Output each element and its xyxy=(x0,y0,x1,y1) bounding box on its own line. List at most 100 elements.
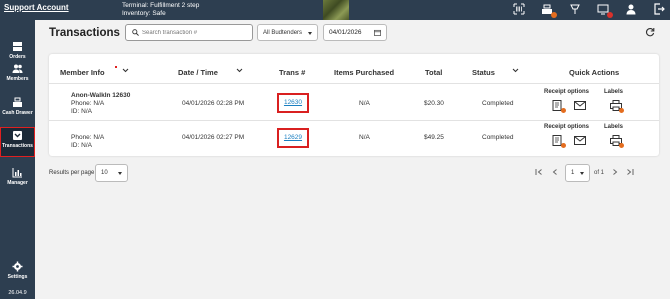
header-member-info[interactable]: Member Info xyxy=(60,68,105,77)
page-select-value: 1 xyxy=(571,170,575,176)
budtender-select-value: All Budtenders xyxy=(263,30,303,36)
transaction-status: Completed xyxy=(482,134,514,141)
barcode-scan-icon[interactable] xyxy=(512,2,526,16)
transaction-status: Completed xyxy=(482,100,514,107)
sidebar-item-manager[interactable]: Manager xyxy=(0,166,35,192)
page-title: Transactions xyxy=(49,27,120,39)
results-per-page-select[interactable]: 10 xyxy=(95,164,128,182)
sidebar-item-settings[interactable]: Settings xyxy=(0,260,35,286)
labels-label: Labels xyxy=(604,89,624,95)
cash-drawer-icon xyxy=(13,97,22,107)
phone-label: Phone: xyxy=(71,134,92,141)
divider xyxy=(49,120,659,121)
date-value: 04/01/2026 xyxy=(329,29,362,36)
sidebar-item-transactions[interactable]: Transactions xyxy=(0,127,35,157)
phone-value: N/A xyxy=(93,100,105,107)
first-page-icon[interactable] xyxy=(535,168,543,176)
orders-icon xyxy=(13,42,22,51)
label-badge xyxy=(619,108,624,113)
id-label: ID: xyxy=(71,142,80,149)
top-bar: Support Account Terminal: Fulfillment 2 … xyxy=(0,0,670,20)
results-per-page-label: Results per page xyxy=(49,170,95,176)
date-picker[interactable]: 04/01/2026 xyxy=(323,24,387,41)
display-icon[interactable] xyxy=(596,2,613,18)
header-date-time[interactable]: Date / Time xyxy=(178,68,218,77)
manager-icon xyxy=(12,168,22,178)
app-version: 26.04.9 xyxy=(8,290,27,296)
results-per-page-value: 10 xyxy=(101,170,108,176)
members-icon xyxy=(12,64,23,73)
chevron-down-icon xyxy=(580,172,584,175)
member-id: ID: N/A xyxy=(71,142,92,149)
email-receipt-icon[interactable] xyxy=(574,100,586,111)
receipt-badge xyxy=(561,108,566,113)
last-page-icon[interactable] xyxy=(626,168,634,176)
chevron-down-icon[interactable] xyxy=(236,67,243,74)
terminal-info: Terminal: Fulfillment 2 step Inventory: … xyxy=(122,2,199,17)
transaction-datetime: 04/01/2026 02:27 PM xyxy=(182,134,245,141)
member-phone: Phone: N/A xyxy=(71,134,104,141)
budtender-select[interactable]: All Budtenders xyxy=(257,24,318,41)
label-printer-icon[interactable] xyxy=(610,100,624,113)
transaction-total: $49.25 xyxy=(424,134,444,141)
divider xyxy=(49,83,659,84)
chevron-down-icon[interactable] xyxy=(512,67,519,74)
search-input[interactable] xyxy=(142,27,250,38)
terminal-thumbnail xyxy=(323,0,349,20)
previous-page-icon[interactable] xyxy=(551,168,559,176)
transactions-table: Member Info Date / Time Trans # Items Pu… xyxy=(49,54,659,156)
pos-terminal-icon[interactable] xyxy=(568,2,582,16)
receipt-badge xyxy=(561,143,566,148)
member-phone: Phone: N/A xyxy=(71,100,104,107)
sidebar-label: Orders xyxy=(9,54,26,60)
receipt-print-icon[interactable] xyxy=(552,135,566,148)
sidebar-item-members[interactable]: Members xyxy=(0,62,35,88)
items-purchased: N/A xyxy=(359,134,370,141)
items-purchased: N/A xyxy=(359,100,370,107)
id-value: N/A xyxy=(81,108,92,115)
sidebar-item-cash-drawer[interactable]: Cash Drawer xyxy=(0,96,35,122)
settings-icon xyxy=(12,261,23,272)
transaction-total: $20.30 xyxy=(424,100,444,107)
receipt-print-icon[interactable] xyxy=(552,100,566,113)
phone-label: Phone: xyxy=(71,100,92,107)
id-label: ID: xyxy=(71,108,80,115)
header-status[interactable]: Status xyxy=(472,68,495,77)
refresh-icon[interactable] xyxy=(645,27,655,37)
logout-icon[interactable] xyxy=(652,2,666,16)
cash-register-icon[interactable] xyxy=(540,2,557,18)
header-quick-actions: Quick Actions xyxy=(569,68,620,77)
header-total: Total xyxy=(425,68,443,77)
member-name: Anon-WalkIn 12630 xyxy=(71,92,131,99)
cash-register-badge xyxy=(551,12,557,18)
sidebar-label: Settings xyxy=(7,274,28,280)
terminal-line: Terminal: Fulfillment 2 step xyxy=(122,2,200,9)
label-printer-icon[interactable] xyxy=(610,135,624,148)
search-box[interactable] xyxy=(125,24,253,41)
sidebar-label: Manager xyxy=(7,180,28,186)
user-icon[interactable] xyxy=(624,2,638,16)
page-select[interactable]: 1 xyxy=(565,164,590,182)
header-trans-number: Trans # xyxy=(279,68,306,77)
transaction-number-link[interactable]: 12629 xyxy=(277,128,309,148)
next-page-icon[interactable] xyxy=(611,168,619,176)
top-icons xyxy=(512,2,666,18)
sidebar-label: Transactions xyxy=(2,143,33,149)
page-count: of 1 xyxy=(594,170,605,176)
transaction-number-link[interactable]: 12630 xyxy=(277,93,309,113)
member-id: ID: N/A xyxy=(71,108,92,115)
transactions-icon xyxy=(13,131,22,140)
receipt-options-label: Receipt options xyxy=(544,124,590,130)
label-badge xyxy=(619,143,624,148)
account-name[interactable]: Support Account xyxy=(4,3,69,12)
receipt-options-label: Receipt options xyxy=(544,89,590,95)
chevron-down-icon[interactable] xyxy=(122,67,129,74)
sidebar: Orders Members Cash Drawer Transactions … xyxy=(0,20,35,299)
search-icon xyxy=(132,29,139,36)
display-badge xyxy=(607,12,613,18)
email-receipt-icon[interactable] xyxy=(574,135,586,146)
phone-value: N/A xyxy=(93,134,105,141)
chevron-down-icon xyxy=(308,32,312,35)
filter-indicator xyxy=(115,66,117,68)
transaction-datetime: 04/01/2026 02:28 PM xyxy=(182,100,245,107)
